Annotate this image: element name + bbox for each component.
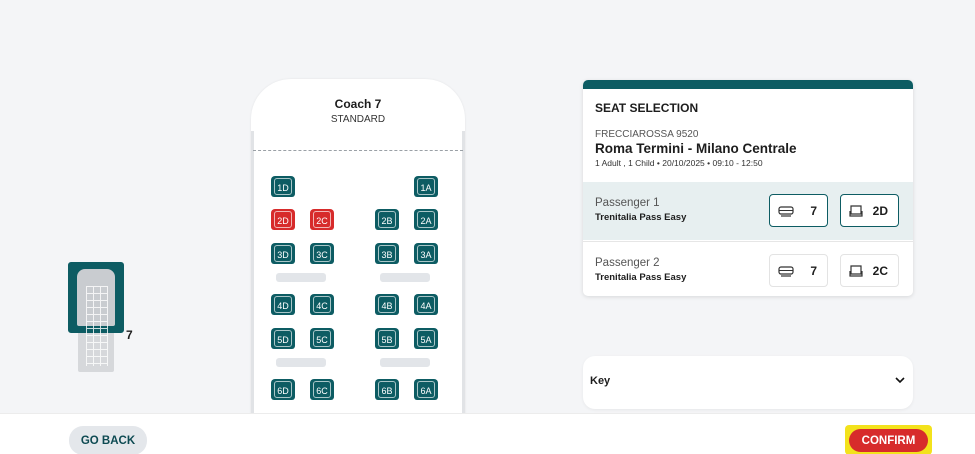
seat-selection-panel: SEAT SELECTION FRECCIAROSSA 9520 Roma Te… — [583, 80, 913, 296]
seat-value: 2C — [872, 264, 888, 278]
seat-6C[interactable]: 6C — [310, 379, 334, 400]
route-title: Roma Termini - Milano Centrale — [595, 141, 797, 156]
coach-chip[interactable]: 7 — [769, 194, 828, 227]
passenger-pass: Trenitalia Pass Easy — [595, 212, 687, 223]
seat-3A[interactable]: 3A — [414, 243, 438, 264]
minimap-seat-grid — [86, 286, 108, 366]
coach-seat-map: Coach 7 STANDARD 1D 1A 2D 2C 2B 2A 3D 3C… — [251, 79, 465, 421]
seat-5A[interactable]: 5A — [414, 328, 438, 349]
seat-2B[interactable]: 2B — [375, 209, 399, 230]
coach-title: Coach 7 — [334, 97, 382, 111]
seat-chip[interactable]: 2C — [840, 254, 899, 287]
seat-5B[interactable]: 5B — [375, 328, 399, 349]
seat-icon — [849, 265, 863, 277]
seat-5C[interactable]: 5C — [310, 328, 334, 349]
seat-4C[interactable]: 4C — [310, 294, 334, 315]
key-dropdown[interactable]: Key — [583, 356, 913, 409]
seat-icon — [849, 205, 863, 217]
seat-value: 2D — [872, 204, 888, 218]
coach-value: 7 — [810, 264, 817, 278]
coach-minimap[interactable] — [68, 262, 124, 372]
minimap-coach-number: 7 — [126, 328, 133, 342]
go-back-button[interactable]: GO BACK — [69, 426, 147, 454]
confirm-highlight: CONFIRM — [845, 425, 932, 454]
trip-info: 1 Adult , 1 Child • 20/10/2025 • 09:10 -… — [595, 158, 763, 168]
key-label: Key — [590, 375, 611, 387]
coach-divider — [253, 150, 463, 151]
train-coach-icon — [778, 266, 794, 277]
coach-class: STANDARD — [330, 114, 386, 125]
passenger-name: Passenger 2 — [595, 257, 660, 269]
seat-3D[interactable]: 3D — [271, 243, 295, 264]
seat-6D[interactable]: 6D — [271, 379, 295, 400]
seat-6A[interactable]: 6A — [414, 379, 438, 400]
footer-bar: GO BACK CONFIRM — [0, 413, 975, 454]
seat-3C[interactable]: 3C — [310, 243, 334, 264]
seat-1A[interactable]: 1A — [414, 176, 438, 197]
seat-4D[interactable]: 4D — [271, 294, 295, 315]
seat-2D[interactable]: 2D — [271, 209, 295, 230]
seat-table — [276, 358, 326, 367]
train-coach-icon — [778, 206, 794, 217]
seat-1D[interactable]: 1D — [271, 176, 295, 197]
seat-2A[interactable]: 2A — [414, 209, 438, 230]
seat-table — [380, 273, 430, 282]
passenger-pass: Trenitalia Pass Easy — [595, 272, 687, 283]
coach-chip[interactable]: 7 — [769, 254, 828, 287]
seat-2C[interactable]: 2C — [310, 209, 334, 230]
seat-4B[interactable]: 4B — [375, 294, 399, 315]
passenger-row-2[interactable]: Passenger 2 Trenitalia Pass Easy 7 2C — [583, 241, 913, 296]
coach-value: 7 — [810, 204, 817, 218]
train-number: FRECCIAROSSA 9520 — [595, 129, 699, 140]
passenger-row-1[interactable]: Passenger 1 Trenitalia Pass Easy 7 2D — [583, 182, 913, 240]
seat-table — [276, 273, 326, 282]
confirm-button[interactable]: CONFIRM — [849, 429, 928, 452]
panel-title: SEAT SELECTION — [595, 101, 699, 115]
seat-4A[interactable]: 4A — [414, 294, 438, 315]
seat-chip[interactable]: 2D — [840, 194, 899, 227]
passenger-name: Passenger 1 — [595, 197, 660, 209]
seat-6B[interactable]: 6B — [375, 379, 399, 400]
seat-3B[interactable]: 3B — [375, 243, 399, 264]
coach-header: Coach 7 STANDARD — [251, 97, 465, 125]
seat-table — [380, 358, 430, 367]
seat-5D[interactable]: 5D — [271, 328, 295, 349]
chevron-down-icon — [895, 377, 905, 384]
panel-accent-bar — [583, 80, 913, 89]
